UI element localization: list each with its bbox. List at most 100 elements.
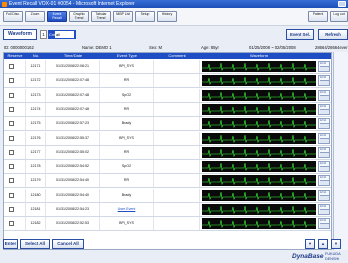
page-down-button[interactable]: ▼ [305,239,315,249]
reserve-cell [4,145,26,159]
page-up-button[interactable]: ▲ [318,239,328,249]
event-no: 12173 [26,88,46,102]
event-time: 01/31/2008/22:55:37 [46,131,100,145]
event-no: 12177 [26,145,46,159]
waveform-strip[interactable] [202,218,316,230]
waveform-strip[interactable] [202,103,316,115]
nav-graphic-trend-button[interactable]: Graphic Trend [69,11,89,22]
reserve-cell [4,174,26,188]
waveform-thumbnail[interactable]: 12:11 [318,161,330,173]
waveform-thumbnail[interactable]: 12:11 [318,61,330,72]
waveform-thumbnail[interactable]: 12:11 [318,189,330,201]
waveform-thumbnail[interactable]: 12:11 [318,132,330,144]
reserve-checkbox[interactable] [9,78,14,84]
event-time: 01/31/2008/22:54:52 [46,160,100,174]
event-type: SpO2 [100,88,154,102]
event-type: RR [100,102,154,116]
event-comment [154,117,200,131]
event-type[interactable]: User Event [100,203,154,216]
event-no: 12178 [26,160,46,174]
window-titlebar: Event Recall VOX-01 #0054 - Microsoft In… [0,0,348,8]
table-row[interactable]: 12180 01/31/2008/22:54:40 Brady 12:11 [4,188,331,203]
event-sel-button[interactable]: Event Sel. [286,29,314,40]
waveform-strip[interactable] [202,161,316,173]
cancel-all-button[interactable]: Cancel All [52,239,84,249]
refresh-button[interactable]: Refresh [318,29,348,40]
nav-full-disc-button[interactable]: Full Disc. [3,11,23,22]
table-row[interactable]: 12171 01/31/2008/22:08:21 BPl_SYS 12:11 [4,60,331,74]
table-row[interactable]: 12175 01/31/2008/22:57:23 Brady 12:11 [4,117,331,132]
count-select[interactable]: all [55,31,74,38]
enter-button[interactable]: Enter [3,239,18,249]
window-control-icon[interactable] [338,1,346,7]
waveform-thumbnail[interactable]: 12:11 [318,118,330,130]
nav-setup-button[interactable]: Setup [135,11,155,22]
waveform-thumbnail[interactable]: 12:11 [318,218,330,230]
table-row[interactable]: 12173 01/31/2008/22:07:48 SpO2 12:11 [4,88,331,103]
thumbnail-label: 12:11 [320,205,326,208]
reserve-cell [4,188,26,202]
table-row[interactable]: 12176 01/31/2008/22:55:37 BPl_SYS 12:11 [4,131,331,146]
waveform-strip[interactable] [202,61,316,72]
reserve-checkbox[interactable] [9,135,14,141]
reserve-checkbox[interactable] [9,149,14,155]
table-row[interactable]: 12178 01/31/2008/22:54:52 SpO2 12:11 [4,160,331,175]
waveform-channel-field[interactable]: 1 [40,30,47,39]
waveform-thumbnail[interactable]: 12:11 [318,204,330,215]
table-row[interactable]: 12179 01/31/2008/22:54:40 RR 12:11 [4,174,331,189]
waveform-strip[interactable] [202,75,316,87]
table-row[interactable]: 12174 01/31/2008/22:07:48 RR 12:11 [4,102,331,117]
thumbnail-box [320,108,329,114]
reserve-cell [4,131,26,145]
waveform-thumbnail[interactable]: 12:11 [318,175,330,187]
nav-patient-button[interactable]: Patient [308,11,328,22]
table-row[interactable]: 12172 01/31/2008/22:07:48 RR 12:11 [4,74,331,89]
waveform-strip[interactable] [202,175,316,187]
reserve-checkbox[interactable] [9,64,14,69]
nav-history-button[interactable]: History [157,11,177,22]
table-row[interactable]: 12181 01/31/2008/22:54:23 User Event 12:11 [4,203,331,217]
event-time: 01/31/2008/22:07:48 [46,88,100,102]
nav-event-recall-button[interactable]: Event Recall [47,11,67,22]
waveform-thumbnail[interactable]: 12:11 [318,146,330,158]
event-type: RR [100,145,154,159]
reserve-checkbox[interactable] [9,178,14,184]
thumbnail-box [320,94,329,100]
header-type: Event Type [117,53,137,58]
page-last-button[interactable]: ▼ [331,239,341,249]
reserve-checkbox[interactable] [9,192,14,198]
reserve-checkbox[interactable] [9,106,14,112]
waveform-strip[interactable] [202,204,316,215]
reserve-cell [4,160,26,174]
nav-zoom-button[interactable]: Zoom [25,11,45,22]
waveform-thumbnail[interactable]: 12:11 [318,89,330,101]
reserve-checkbox[interactable] [9,221,14,227]
nav-tabular-trend-button[interactable]: Tabular Trend [91,11,111,22]
event-comment [154,88,200,102]
reserve-checkbox[interactable] [9,164,14,170]
patient-age: Age: 85yr [201,45,219,50]
reserve-checkbox[interactable] [9,92,14,98]
reserve-cell [4,217,26,231]
waveform-thumbnail[interactable]: 12:11 [318,103,330,115]
waveform-strip[interactable] [202,89,316,101]
reserve-checkbox[interactable] [9,207,14,212]
nav-nibp-list-button[interactable]: NIBP List [113,11,133,22]
thumbnail-box [320,209,329,214]
nav-logout-button[interactable]: Log out [330,11,348,22]
event-type: BPl_SYS [100,217,154,231]
waveform-strip[interactable] [202,132,316,144]
table-row[interactable]: 12182 01/31/2008/22:52:53 BPl_SYS 12:11 [4,217,331,232]
event-comment [154,60,200,73]
table-row[interactable]: 12177 01/31/2008/22:55:02 RR 12:11 [4,145,331,160]
waveform-strip[interactable] [202,118,316,130]
event-time: 01/31/2008/22:52:53 [46,217,100,231]
waveform-thumbnail[interactable]: 12:11 [318,75,330,87]
waveform-strip[interactable] [202,189,316,201]
count-selector[interactable]: Cnt all [48,30,76,39]
waveform-strip[interactable] [202,146,316,158]
event-type: SpO2 [100,160,154,174]
select-all-button[interactable]: Select All [20,239,50,249]
reserve-checkbox[interactable] [9,121,14,127]
vertical-scrollbar[interactable] [333,52,348,250]
